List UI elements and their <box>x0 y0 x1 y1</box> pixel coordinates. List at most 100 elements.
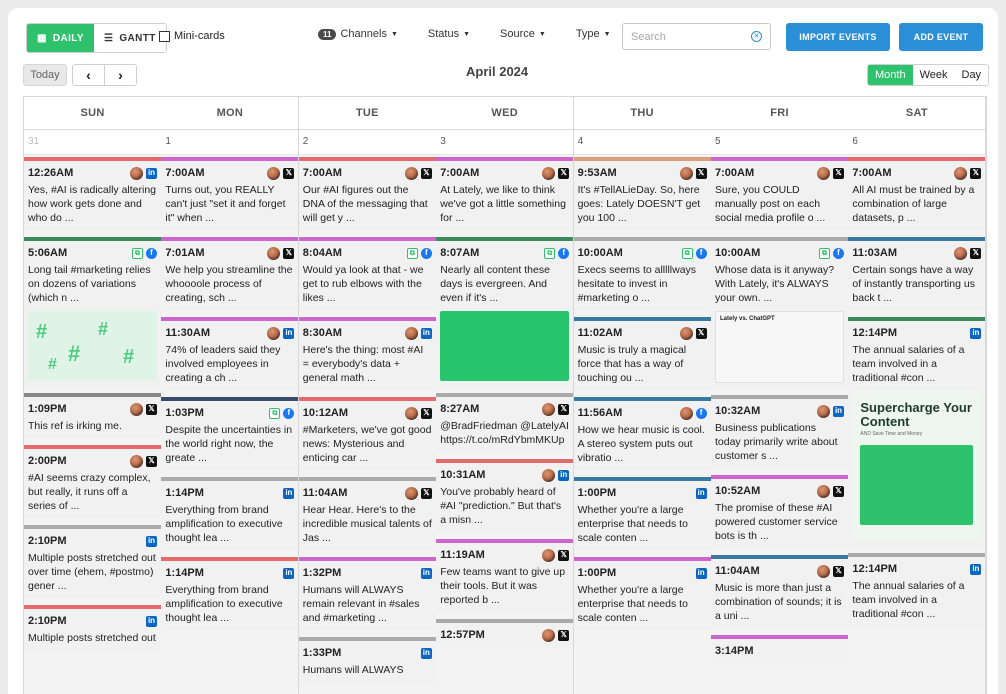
post-text: Few teams want to give up their tools. B… <box>440 566 566 606</box>
daily-view-button[interactable]: ▦ DAILY <box>27 24 94 52</box>
post-card[interactable]: 10:52AM 𝕏 The promise of these #AI powered… <box>711 475 848 549</box>
post-header: 10:00AM ⧉ f <box>578 246 707 260</box>
post-card[interactable]: 12:26AM in Yes, #AI is radically altering … <box>24 157 161 231</box>
day-name-header: SAT <box>848 97 986 130</box>
post-icons: ⧉ f <box>132 247 157 259</box>
day-number[interactable]: 3 <box>436 130 574 155</box>
day-number[interactable]: 5 <box>711 130 848 155</box>
post-card[interactable]: 1:14PM in Everything from brand amplificat… <box>161 557 299 631</box>
post-card[interactable]: 11:02AM 𝕏 Music is truly a magical force t… <box>573 317 711 391</box>
post-text: Would ya look at that - we get to rub el… <box>302 264 424 304</box>
post-card[interactable]: 11:19AM 𝕏 Few teams want to give up their … <box>436 539 574 613</box>
post-card[interactable]: 8:27AM 𝕏 @BradFriedman @LatelyAI https://t… <box>436 393 574 453</box>
post-header: 11:19AM 𝕏 <box>440 548 570 562</box>
chevron-down-icon: ▼ <box>390 30 398 38</box>
day-number[interactable]: 4 <box>573 130 711 155</box>
post-card[interactable]: 1:00PM in Whether you're a large enterpris… <box>573 557 711 631</box>
post-text: Music is truly a magical force that has … <box>577 344 687 384</box>
post-card[interactable]: 12:57PM 𝕏 <box>436 619 574 648</box>
channels-filter[interactable]: 11 Channels ▼ <box>318 28 398 40</box>
post-icons: ⧉ f <box>269 407 295 419</box>
post-card[interactable]: 7:00AM 𝕏 Our #AI figures out the DNA of th… <box>298 157 436 231</box>
post-card[interactable]: 11:03AM 𝕏 Certain songs have a way of inst… <box>848 237 986 311</box>
post-icons: in <box>695 487 707 499</box>
import-events-button[interactable]: IMPORT EVENTS <box>786 23 890 51</box>
post-card[interactable]: 11:04AM 𝕏 Music is more than just a combin… <box>711 555 848 629</box>
day-number[interactable]: 31 <box>24 130 161 155</box>
post-card[interactable]: 2:10PM in Multiple posts stretched out ove… <box>24 525 161 599</box>
scale-week-button[interactable]: Week <box>912 65 955 85</box>
view-toggle: ▦ DAILY ☰ GANTT <box>26 23 167 53</box>
day-number[interactable]: 6 <box>848 130 986 155</box>
post-card[interactable]: 7:01AM 𝕏 We help you streamline the whoooo… <box>161 237 299 311</box>
linkedin-icon: in <box>420 647 432 659</box>
day-number[interactable]: 2 <box>298 130 436 155</box>
day-number[interactable]: 1 <box>161 130 299 155</box>
post-card[interactable]: 10:00AM ⧉ f Whose data is it anyway? With L… <box>711 237 848 389</box>
prev-month-button[interactable]: ‹ <box>73 65 104 85</box>
linkedin-icon: in <box>420 567 432 579</box>
post-card[interactable]: 1:32PM in Humans will ALWAYS remain releva… <box>298 557 436 631</box>
minicards-toggle[interactable]: Mini-cards <box>159 30 225 42</box>
minicards-checkbox[interactable] <box>159 30 170 42</box>
post-text: Sure, you COULD manually post on each so… <box>715 184 826 224</box>
post-text: Multiple posts stretched out <box>28 632 156 644</box>
post-text: Our #AI figures out the DNA of the messa… <box>302 184 428 224</box>
scale-month-button[interactable]: Month <box>868 65 913 85</box>
post-card[interactable]: 1:14PM in Everything from brand amplificat… <box>161 477 299 551</box>
avatar <box>817 484 830 498</box>
post-text: #AI seems crazy complex, but really, it … <box>28 472 151 512</box>
post-card[interactable]: 1:33PM in Humans will ALWAYS <box>298 637 436 683</box>
linkedin-icon: in <box>833 405 844 417</box>
add-event-button[interactable]: ADD EVENT <box>899 23 983 51</box>
source-filter[interactable]: Source ▼ <box>500 28 546 40</box>
post-icons: 𝕏 <box>817 564 844 578</box>
post-card[interactable]: 2:10PM in Multiple posts stretched out <box>24 605 161 651</box>
post-card[interactable]: 8:04AM ⧉ f Would ya look at that - we get t… <box>298 237 436 311</box>
post-card[interactable]: 10:00AM ⧉ f Execs seems to alllllways hesit… <box>573 237 711 311</box>
post-card[interactable]: 2:00PM 𝕏 #AI seems crazy complex, but real… <box>24 445 161 519</box>
filter-bar: 11 Channels ▼ Status ▼ Source ▼ Type ▼ <box>318 28 641 40</box>
post-time: 1:00PM <box>577 487 617 499</box>
linkedin-icon: in <box>283 487 295 499</box>
search-input[interactable]: Search ✕ <box>622 23 771 50</box>
post-card[interactable]: 11:56AM f How we hear music is cool. A ste… <box>573 397 711 471</box>
post-card[interactable]: 10:12AM 𝕏 #Marketers, we've got good news:… <box>298 397 436 471</box>
post-header: 9:53AM 𝕏 <box>578 166 707 180</box>
post-card[interactable]: 1:00PM in Whether you're a large enterpris… <box>573 477 711 551</box>
post-icons: in <box>130 166 157 180</box>
post-card[interactable]: 3:14PM <box>711 635 848 664</box>
post-card[interactable]: 1:09PM 𝕏 This ref is irking me. <box>24 393 161 439</box>
post-icons: f <box>679 406 707 420</box>
post-card[interactable]: 9:53AM 𝕏 It's #TellALieDay. So, here goes:… <box>573 157 711 231</box>
x-icon: 𝕏 <box>420 167 432 179</box>
post-card[interactable]: 8:30AM in Here's the thing: most #AI = eve… <box>298 317 436 391</box>
post-icons: ⧉ f <box>406 247 432 259</box>
post-card[interactable]: 7:00AM 𝕏 Sure, you COULD manually post on … <box>711 157 848 231</box>
post-header: 1:03PM ⧉ f <box>165 406 295 420</box>
linkedin-icon: in <box>970 563 982 575</box>
scale-day-button[interactable]: Day <box>954 65 989 85</box>
status-filter[interactable]: Status ▼ <box>428 28 470 40</box>
post-icons: 𝕏 <box>679 166 707 180</box>
avatar <box>817 166 830 180</box>
x-icon: 𝕏 <box>420 407 432 419</box>
post-card[interactable]: 7:00AM 𝕏 Turns out, you REALLY can't just … <box>161 157 299 231</box>
post-card[interactable]: 8:07AM ⧉ f Nearly all content these days is… <box>436 237 574 387</box>
daily-label: DAILY <box>52 32 84 44</box>
gantt-view-button[interactable]: ☰ GANTT <box>93 24 166 52</box>
clear-search-icon[interactable]: ✕ <box>751 31 762 42</box>
next-month-button[interactable]: › <box>104 65 136 85</box>
post-card[interactable]: 7:00AM 𝕏 At Lately, we like to think we've… <box>436 157 574 231</box>
post-card[interactable]: 10:32AM in Business publications today pri… <box>711 395 848 469</box>
post-card[interactable]: 10:31AM in You've probably heard of #AI "p… <box>436 459 574 533</box>
post-card[interactable]: 11:30AM in 74% of leaders said they involv… <box>161 317 299 391</box>
type-filter[interactable]: Type ▼ <box>576 28 611 40</box>
post-card[interactable]: 12:14PM in The annual salaries of a team i… <box>848 317 986 547</box>
today-button[interactable]: Today <box>23 64 67 86</box>
post-card[interactable]: 11:04AM 𝕏 Hear Hear. Here's to the incredi… <box>298 477 436 551</box>
post-card[interactable]: 5:06AM ⧉ f Long tail #marketing relies on d… <box>24 237 161 387</box>
post-card[interactable]: 7:00AM 𝕏 All AI must be trained by a combi… <box>848 157 986 231</box>
post-card[interactable]: 12:14PM in The annual salaries of a team i… <box>848 553 986 627</box>
post-card[interactable]: 1:03PM ⧉ f Despite the uncertainties in the… <box>161 397 299 471</box>
